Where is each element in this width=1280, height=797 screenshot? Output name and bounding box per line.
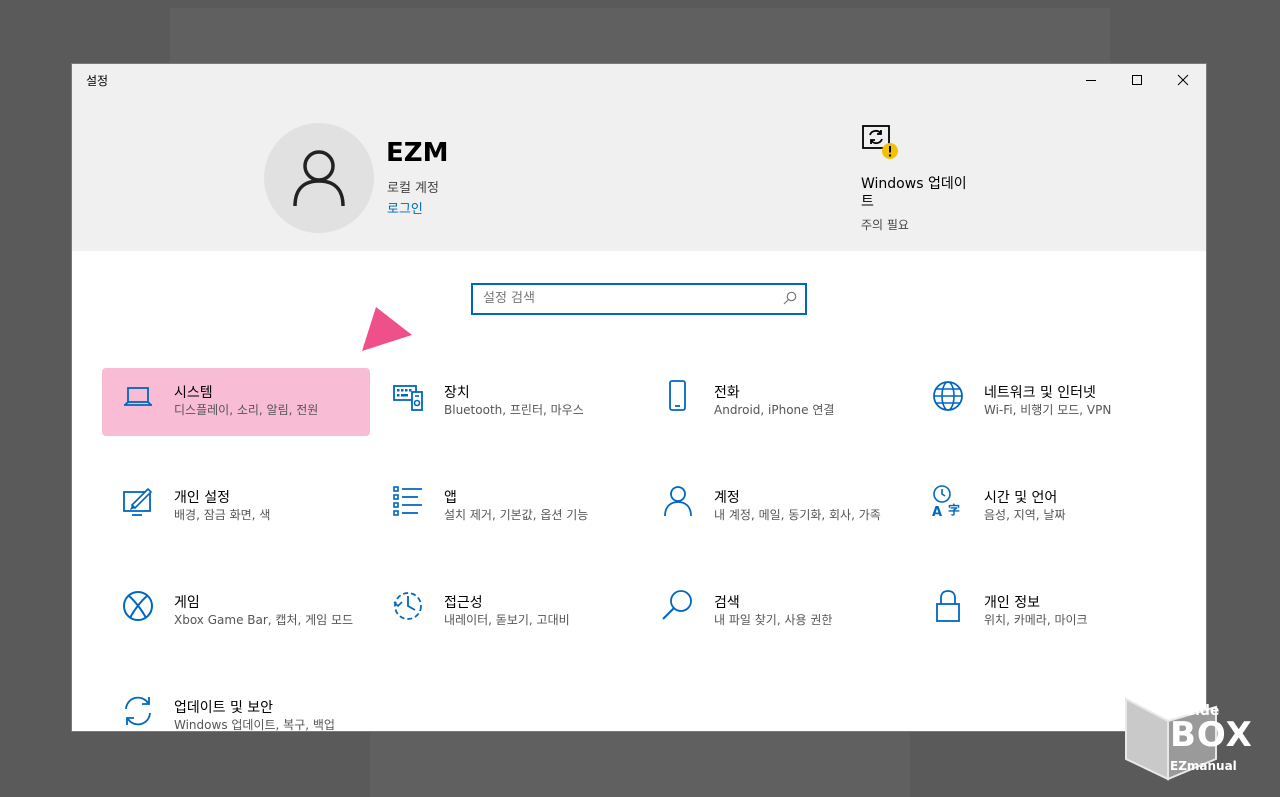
category-name: 개인 정보 <box>984 595 1040 611</box>
category-name: 장치 <box>444 385 470 401</box>
windows-update-title[interactable]: Windows 업데이트 <box>861 175 979 211</box>
category-name: 접근성 <box>444 595 483 611</box>
category-description: Android, iPhone 연결 <box>714 403 835 417</box>
category-description: 내 파일 찾기, 사용 권한 <box>714 613 833 627</box>
category-privacy[interactable]: 개인 정보 위치, 카메라, 마이크 <box>912 578 1180 646</box>
minimize-icon <box>1086 80 1096 81</box>
xbox-icon <box>123 591 153 621</box>
category-phone[interactable]: 전화 Android, iPhone 연결 <box>642 368 910 436</box>
avatar[interactable] <box>264 123 374 233</box>
category-description: 내 계정, 메일, 동기화, 회사, 가족 <box>714 508 881 522</box>
category-description: Xbox Game Bar, 캡처, 게임 모드 <box>174 613 354 627</box>
login-link[interactable]: 로그인 <box>387 198 423 217</box>
search-icon <box>783 291 797 305</box>
time-language-icon: A 字 <box>932 485 960 519</box>
category-description: Bluetooth, 프린터, 마우스 <box>444 403 584 417</box>
account-header: EZM 로컬 계정 로그인 Windows 업데이트 주의 필요 <box>72 96 1206 251</box>
category-name: 검색 <box>714 595 740 611</box>
laptop-icon <box>124 387 152 406</box>
category-apps[interactable]: 앱 설치 제거, 기본값, 옵션 기능 <box>372 473 640 541</box>
settings-search-box[interactable] <box>471 283 807 315</box>
title-bar: 설정 <box>72 64 1206 96</box>
category-name: 계정 <box>714 490 740 506</box>
search-input[interactable] <box>473 285 773 311</box>
category-time-language[interactable]: A 字 시간 및 언어 음성, 지역, 날짜 <box>912 473 1180 541</box>
sync-icon <box>125 696 151 726</box>
category-description: Windows 업데이트, 복구, 백업 <box>174 718 335 731</box>
windows-update-warning-icon[interactable] <box>861 124 901 164</box>
svg-text:字: 字 <box>948 502 960 517</box>
windows-update-status: 주의 필요 <box>861 218 909 232</box>
maximize-icon <box>1132 75 1142 85</box>
close-icon <box>1177 74 1189 86</box>
category-devices[interactable]: 장치 Bluetooth, 프린터, 마우스 <box>372 368 640 436</box>
category-name: 시스템 <box>174 385 213 401</box>
category-description: 디스플레이, 소리, 알림, 전원 <box>174 403 319 417</box>
minimize-button[interactable] <box>1068 64 1114 96</box>
category-name: 전화 <box>714 385 740 401</box>
category-search[interactable]: 검색 내 파일 찾기, 사용 권한 <box>642 578 910 646</box>
category-description: 음성, 지역, 날짜 <box>984 508 1066 522</box>
watermark-band <box>370 722 910 797</box>
category-description: 설치 제거, 기본값, 옵션 기능 <box>444 508 589 522</box>
globe-icon <box>933 381 963 411</box>
category-gaming[interactable]: 게임 Xbox Game Bar, 캡처, 게임 모드 <box>102 578 370 646</box>
category-name: 시간 및 언어 <box>984 490 1058 506</box>
close-button[interactable] <box>1160 64 1206 96</box>
person-icon <box>664 486 692 517</box>
category-description: 위치, 카메라, 마이크 <box>984 613 1088 627</box>
search-icon <box>662 590 692 620</box>
pointer-arrow-annotation <box>362 307 412 351</box>
phone-icon <box>669 380 686 411</box>
devices-icon <box>393 385 423 411</box>
maximize-button[interactable] <box>1114 64 1160 96</box>
category-system[interactable]: 시스템 디스플레이, 소리, 알림, 전원 <box>102 368 370 436</box>
category-update-security[interactable]: 업데이트 및 보안 Windows 업데이트, 복구, 백업 <box>102 683 370 731</box>
personalization-icon <box>123 487 153 516</box>
category-accounts[interactable]: 계정 내 계정, 메일, 동기화, 회사, 가족 <box>642 473 910 541</box>
category-name: 업데이트 및 보안 <box>174 700 274 716</box>
category-network[interactable]: 네트워크 및 인터넷 Wi-Fi, 비행기 모드, VPN <box>912 368 1180 436</box>
category-name: 앱 <box>444 490 457 506</box>
category-ease-of-access[interactable]: 접근성 내레이터, 돋보기, 고대비 <box>372 578 640 646</box>
settings-window: 설정 EZM 로컬 계정 로그인 Windows 업데이트 주의 필요 설정 검… <box>72 64 1206 731</box>
window-title: 설정 <box>86 74 109 88</box>
category-name: 게임 <box>174 595 200 611</box>
account-name: EZM <box>386 138 449 168</box>
category-description: 배경, 잠금 화면, 색 <box>174 508 271 522</box>
logo-text-ezmanual: EZmanual <box>1170 759 1237 773</box>
user-avatar-icon <box>293 150 345 207</box>
insidebox-logo: inside BOX EZmanual <box>1124 697 1260 781</box>
logo-text-box: BOX <box>1170 715 1253 755</box>
category-personalization[interactable]: 개인 설정 배경, 잠금 화면, 색 <box>102 473 370 541</box>
category-description: 내레이터, 돋보기, 고대비 <box>444 613 570 627</box>
lock-icon <box>936 590 960 622</box>
apps-list-icon <box>393 486 422 516</box>
svg-text:A: A <box>932 505 942 519</box>
category-name: 개인 설정 <box>174 490 230 506</box>
category-name: 네트워크 및 인터넷 <box>984 385 1096 401</box>
ease-of-access-icon <box>393 592 422 620</box>
account-type: 로컬 계정 <box>387 181 439 196</box>
category-description: Wi-Fi, 비행기 모드, VPN <box>984 403 1112 417</box>
